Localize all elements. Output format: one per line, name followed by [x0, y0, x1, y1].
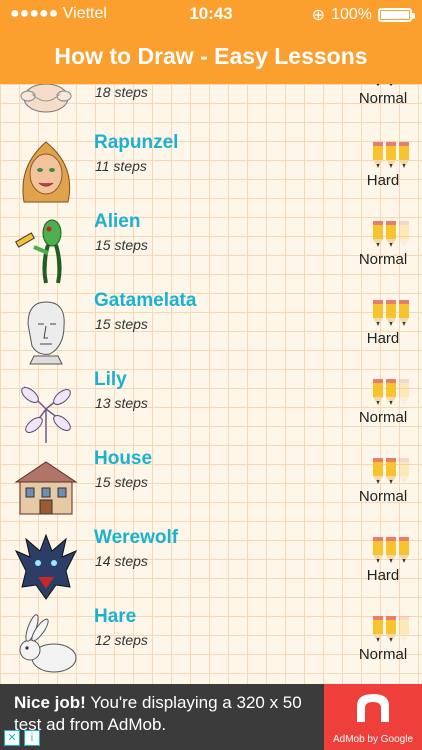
difficulty-pencils	[373, 221, 409, 247]
pencil-icon-faded	[399, 221, 409, 247]
lesson-steps: 11 steps	[95, 158, 147, 174]
difficulty-pencils	[373, 537, 409, 563]
difficulty-label: Normal	[358, 251, 408, 268]
status-bar: ●●●●● Viettel 10:43 ⊕ 100%	[0, 0, 422, 28]
lesson-title: Lily	[94, 369, 127, 390]
difficulty-pencils	[373, 84, 396, 86]
lesson-title: Alien	[94, 211, 141, 232]
lesson-steps: 13 steps	[95, 395, 148, 411]
pencil-icon	[386, 616, 396, 642]
pencil-icon-faded	[399, 458, 409, 484]
lesson-steps: 12 steps	[95, 632, 148, 648]
ad-banner[interactable]: Nice job! You're displaying a 320 x 50 t…	[0, 684, 422, 750]
werewolf-icon	[14, 533, 78, 600]
list-item[interactable]: Werewolf 14 steps Hard	[0, 527, 422, 606]
ad-close-icon[interactable]: ✕	[4, 730, 20, 746]
list-item[interactable]: House 15 steps Normal	[0, 448, 422, 527]
ad-controls: ✕ i	[4, 730, 40, 746]
lesson-title: Rapunzel	[94, 132, 179, 153]
difficulty-pencils	[373, 458, 409, 484]
alien-icon	[15, 219, 62, 284]
pencil-icon	[373, 300, 383, 326]
pencil-icon	[373, 379, 383, 405]
lily-flower-icon	[21, 386, 71, 443]
pencil-icon	[386, 221, 396, 247]
pencil-icon	[373, 221, 383, 247]
difficulty-label: Normal	[358, 90, 408, 107]
admob-logo[interactable]: AdMob by Google	[324, 684, 422, 750]
lesson-list[interactable]: 18 steps Normal Rapunzel 11 steps Hard A…	[0, 84, 422, 684]
pencil-icon	[389, 84, 393, 86]
lesson-title: Gatamelata	[94, 290, 197, 311]
pencil-icon	[373, 537, 383, 563]
rotation-lock-icon: ⊕	[311, 7, 326, 24]
lesson-steps: 15 steps	[95, 316, 148, 332]
status-right: ⊕ 100%	[311, 5, 415, 25]
difficulty-label: Normal	[358, 488, 408, 505]
pencil-icon	[376, 84, 380, 86]
pencil-icon	[399, 537, 409, 563]
difficulty-label: Normal	[358, 646, 408, 663]
house-icon	[14, 461, 78, 515]
pencil-icon	[386, 537, 396, 563]
lesson-title: Werewolf	[94, 527, 179, 548]
pencil-icon	[386, 300, 396, 326]
statue-head-icon	[27, 301, 65, 365]
pencil-icon	[399, 300, 409, 326]
pencil-icon	[386, 379, 396, 405]
hare-icon	[19, 614, 77, 673]
list-item[interactable]: Rapunzel 11 steps Hard	[0, 132, 422, 211]
difficulty-label: Hard	[366, 567, 400, 584]
difficulty-label: Hard	[366, 330, 400, 347]
ad-text: Nice job! You're displaying a 320 x 50 t…	[14, 692, 314, 736]
admob-caption: AdMob by Google	[332, 734, 414, 745]
list-item[interactable]: Hare 12 steps Normal	[0, 606, 422, 684]
app-title-bar: How to Draw - Easy Lessons	[0, 28, 422, 84]
pencil-icon	[399, 142, 409, 168]
rapunzel-icon	[22, 141, 71, 203]
pencil-icon	[373, 616, 383, 642]
difficulty-pencils	[373, 142, 409, 168]
ad-headline: Nice job!	[14, 693, 86, 712]
list-item[interactable]: Lily 13 steps Normal	[0, 369, 422, 448]
difficulty-pencils	[373, 379, 409, 405]
list-item[interactable]: Gatamelata 15 steps Hard	[0, 290, 422, 369]
pencil-icon	[386, 142, 396, 168]
difficulty-label: Hard	[366, 172, 400, 189]
battery-icon	[378, 8, 415, 22]
difficulty-pencils	[373, 300, 409, 326]
page-title: How to Draw - Easy Lessons	[54, 43, 368, 69]
battery-percent: 100%	[331, 6, 372, 23]
lesson-title: Hare	[94, 606, 137, 627]
difficulty-label: Normal	[358, 409, 408, 426]
lesson-steps: 18 steps	[95, 84, 148, 100]
admob-icon	[357, 694, 389, 722]
difficulty-pencils	[373, 616, 409, 642]
pencil-icon-faded	[399, 379, 409, 405]
pencil-icon	[373, 142, 383, 168]
lesson-steps: 14 steps	[95, 553, 148, 569]
lesson-steps: 15 steps	[95, 474, 148, 490]
pencil-icon-faded	[399, 616, 409, 642]
lesson-title: House	[94, 448, 153, 469]
lesson-steps: 15 steps	[95, 237, 148, 253]
pencil-icon	[373, 458, 383, 484]
pencil-icon	[386, 458, 396, 484]
ad-info-icon[interactable]: i	[24, 730, 40, 746]
list-item[interactable]: Alien 15 steps Normal	[0, 211, 422, 290]
